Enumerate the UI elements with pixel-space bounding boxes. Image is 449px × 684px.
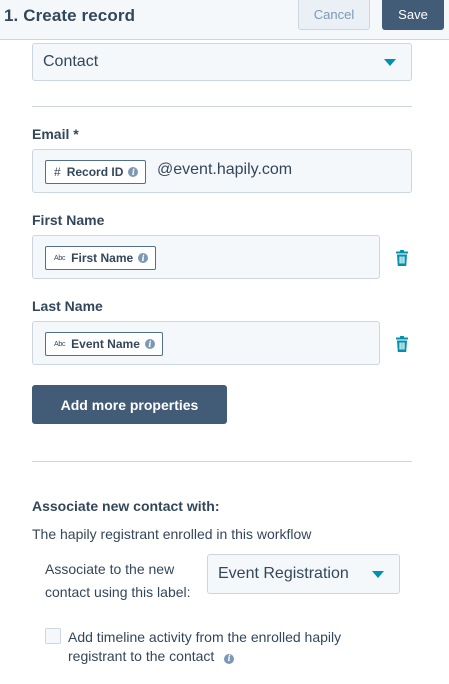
panel-title: 1. Create record	[4, 6, 136, 25]
timeline-activity-text: Add timeline activity from the enrolled …	[68, 629, 342, 664]
first-name-field[interactable]: Abc First Name i	[32, 235, 380, 279]
section-divider	[32, 106, 412, 107]
association-label-prompt: Associate to the new contact using this …	[45, 561, 191, 600]
property-token-first-name[interactable]: Abc First Name i	[45, 246, 157, 270]
text-type-icon: Abc	[54, 340, 66, 348]
info-icon[interactable]: i	[128, 167, 139, 177]
field-label-last-name: Last Name	[32, 298, 103, 314]
last-name-field[interactable]: Abc Event Name i	[32, 321, 380, 365]
info-icon[interactable]: i	[224, 653, 235, 664]
field-label-email: Email *	[32, 126, 79, 142]
email-suffix: @event.hapily.com	[157, 161, 293, 178]
panel-header: 1. Create record Cancel Save	[0, 0, 449, 40]
property-token-event-name[interactable]: Abc Event Name i	[45, 332, 163, 356]
association-label-select[interactable]: Event Registration	[207, 554, 400, 594]
timeline-activity-label: Add timeline activity from the enrolled …	[68, 628, 398, 666]
caret-down-icon	[384, 59, 396, 66]
token-label: First Name	[71, 251, 134, 265]
info-icon[interactable]: i	[138, 253, 149, 263]
token-label: Event Name	[71, 337, 140, 351]
number-type-icon: #	[54, 165, 61, 179]
object-type-select[interactable]: Contact	[32, 43, 412, 81]
field-label-first-name: First Name	[32, 212, 105, 228]
caret-down-icon	[372, 571, 384, 578]
add-more-properties-button[interactable]: Add more properties	[32, 385, 227, 424]
association-description: The hapily registrant enrolled in this w…	[32, 526, 312, 542]
trash-icon[interactable]	[396, 250, 408, 266]
text-type-icon: Abc	[54, 254, 66, 262]
timeline-activity-checkbox[interactable]	[45, 628, 61, 644]
save-button[interactable]: Save	[382, 0, 444, 30]
info-icon[interactable]: i	[144, 339, 155, 349]
trash-icon[interactable]	[396, 336, 408, 352]
association-heading: Associate new contact with:	[32, 498, 220, 514]
property-token-record-id[interactable]: # Record ID i	[45, 160, 147, 184]
object-type-value: Contact	[43, 53, 99, 70]
cancel-button[interactable]: Cancel	[298, 0, 370, 30]
email-field[interactable]: # Record ID i @event.hapily.com	[32, 149, 412, 193]
association-label-value: Event Registration	[218, 565, 349, 582]
token-label: Record ID	[66, 165, 124, 179]
section-divider	[32, 461, 412, 462]
